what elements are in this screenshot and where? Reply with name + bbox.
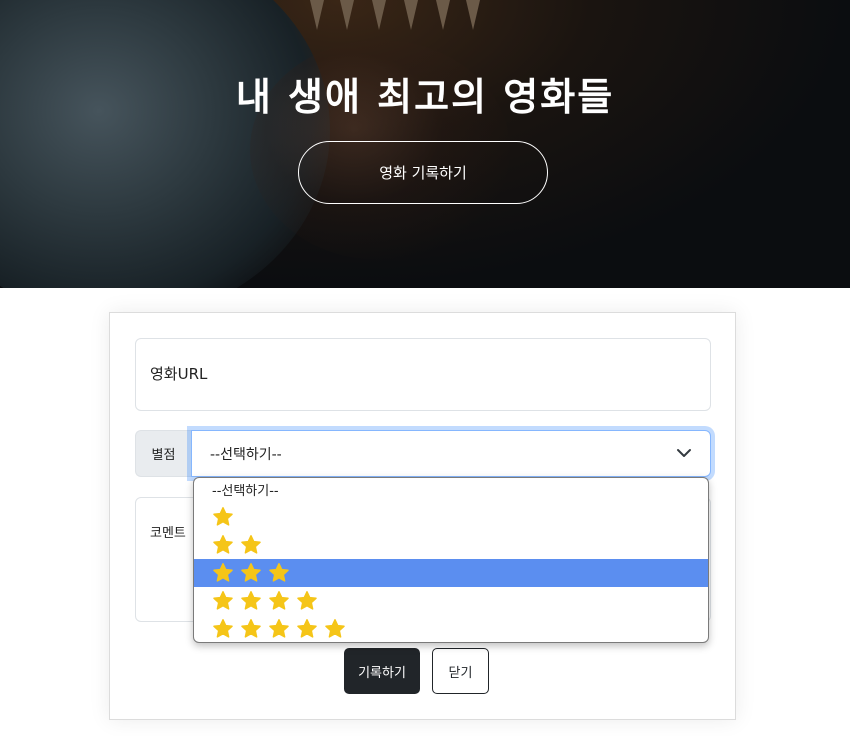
star-icon xyxy=(268,590,290,612)
star-icon xyxy=(212,534,234,556)
star-icon xyxy=(240,562,262,584)
page-title: 내 생애 최고의 영화들 xyxy=(235,75,615,119)
star-icon xyxy=(240,534,262,556)
hero-banner: 내 생애 최고의 영화들 영화 기록하기 xyxy=(0,0,850,288)
star-icon xyxy=(240,618,262,640)
star-icon xyxy=(212,618,234,640)
star-icon xyxy=(268,618,290,640)
rating-select-value: --선택하기-- xyxy=(210,446,282,463)
star-icon xyxy=(296,590,318,612)
star-icon xyxy=(324,618,346,640)
hero-background-teeth xyxy=(300,0,490,40)
rating-select[interactable]: --선택하기-- xyxy=(191,430,711,477)
rating-option-4[interactable] xyxy=(194,587,708,615)
rating-option-3[interactable] xyxy=(194,559,708,587)
rating-option-1[interactable] xyxy=(194,503,708,531)
star-icon xyxy=(268,562,290,584)
rating-option-2[interactable] xyxy=(194,531,708,559)
close-button[interactable]: 닫기 xyxy=(432,648,489,694)
submit-record-button[interactable]: 기록하기 xyxy=(344,648,420,694)
chevron-down-icon xyxy=(677,449,691,457)
movie-url-input[interactable]: 영화URL xyxy=(135,338,711,411)
star-icon xyxy=(212,562,234,584)
star-icon xyxy=(240,590,262,612)
rating-option-5[interactable] xyxy=(194,615,708,642)
open-record-form-button[interactable]: 영화 기록하기 xyxy=(298,141,548,204)
rating-option-label: --선택하기-- xyxy=(212,483,279,499)
star-icon xyxy=(212,506,234,528)
rating-dropdown-list: --선택하기-- xyxy=(193,477,709,643)
rating-option-none[interactable]: --선택하기-- xyxy=(194,478,708,503)
rating-label: 별점 xyxy=(135,430,191,477)
star-icon xyxy=(296,618,318,640)
star-icon xyxy=(212,590,234,612)
